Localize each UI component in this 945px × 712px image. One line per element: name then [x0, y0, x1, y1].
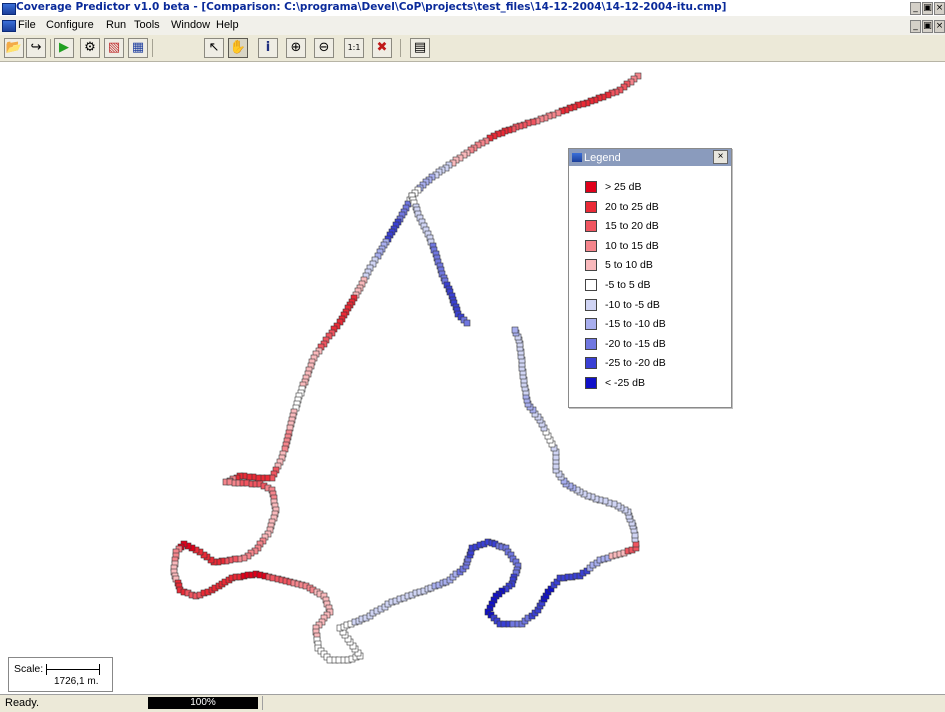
legend-label: 5 to 10 dB: [605, 259, 653, 272]
menu-bar: File Configure Run Tools Window Help _ ▣…: [0, 16, 945, 35]
maximize-button[interactable]: ▣: [922, 2, 933, 15]
scale-value: 1726,1 m.: [54, 676, 99, 687]
pointer-icon[interactable]: ↖: [204, 38, 224, 58]
window-title: Coverage Predictor v1.0 beta - [Comparis…: [16, 1, 727, 13]
legend-item: > 25 dB: [585, 180, 642, 194]
legend-swatch: [585, 279, 597, 291]
layer-icon[interactable]: ▧: [104, 38, 124, 58]
legend-swatch: [585, 337, 597, 350]
menu-tools[interactable]: Tools: [134, 19, 160, 31]
legend-label: -5 to 5 dB: [605, 279, 651, 291]
legend-swatch: [585, 239, 597, 252]
pan-hand-icon[interactable]: ✋: [228, 38, 248, 58]
toolbar-separator: [50, 39, 51, 57]
progress-bar: 100%: [148, 697, 258, 709]
zoom-out-icon[interactable]: ⊖: [314, 38, 334, 58]
legend-label: 20 to 25 dB: [605, 200, 659, 213]
open-icon[interactable]: 📂: [4, 38, 24, 58]
menu-window[interactable]: Window: [171, 19, 210, 31]
legend-swatch: [585, 318, 597, 331]
legend-item: -15 to -10 dB: [585, 317, 666, 331]
status-text: Ready.: [5, 697, 40, 709]
run-icon[interactable]: ▶: [54, 38, 74, 58]
legend-close-button[interactable]: ×: [713, 150, 728, 164]
scale-bar: [46, 664, 100, 675]
legend-item: -20 to -15 dB: [585, 337, 666, 351]
menu-help[interactable]: Help: [216, 19, 239, 31]
toolbar-separator: [152, 39, 153, 57]
legend-label: < -25 dB: [605, 377, 645, 389]
clear-icon[interactable]: ✖: [372, 38, 392, 58]
minimize-button[interactable]: _: [910, 2, 921, 15]
document-icon[interactable]: [2, 20, 16, 32]
legend-swatch: [585, 220, 597, 233]
legend-label: -10 to -5 dB: [605, 298, 660, 311]
legend-item: 15 to 20 dB: [585, 219, 659, 233]
status-separator: [262, 696, 263, 710]
toolbar: 📂 ↪ ▶ ⚙ ▧ ▦ ↖ ✋ i ⊕ ⊖ 1:1 ✖ ▤: [0, 35, 945, 62]
doc-restore-button[interactable]: ▣: [922, 20, 933, 33]
map-icon[interactable]: ▦: [128, 38, 148, 58]
legend-swatch: [585, 259, 597, 272]
legend-label: -20 to -15 dB: [605, 337, 666, 350]
legend-toggle-icon[interactable]: ▤: [410, 38, 430, 58]
doc-minimize-button[interactable]: _: [910, 20, 921, 33]
scale-label: Scale:: [14, 663, 44, 675]
title-bar: Coverage Predictor v1.0 beta - [Comparis…: [0, 0, 945, 16]
legend-label: > 25 dB: [605, 181, 642, 193]
legend-app-icon: [572, 153, 582, 162]
legend-label: 15 to 20 dB: [605, 220, 659, 233]
info-icon[interactable]: i: [258, 38, 278, 58]
legend-item: -25 to -20 dB: [585, 356, 666, 370]
zoom-1to1-icon[interactable]: 1:1: [344, 38, 364, 58]
configure-icon[interactable]: ⚙: [80, 38, 100, 58]
legend-item: -10 to -5 dB: [585, 298, 660, 312]
scale-box: Scale: 1726,1 m.: [8, 657, 113, 692]
window-controls: _ ▣ ×: [910, 2, 945, 15]
legend-label: -25 to -20 dB: [605, 357, 666, 370]
status-bar: Ready. 100%: [0, 694, 945, 712]
legend-title: Legend: [584, 151, 621, 164]
legend-item: -5 to 5 dB: [585, 278, 651, 292]
legend-swatch: [585, 357, 597, 370]
legend-title-bar[interactable]: Legend ×: [569, 149, 731, 166]
measurement-cell: [463, 319, 471, 327]
document-window-controls: _ ▣ ×: [910, 20, 945, 33]
legend-item: 20 to 25 dB: [585, 200, 659, 214]
menu-file[interactable]: File: [18, 19, 36, 31]
legend-item: 5 to 10 dB: [585, 258, 653, 272]
legend-item: < -25 dB: [585, 376, 645, 390]
menu-configure[interactable]: Configure: [46, 19, 94, 31]
legend-window[interactable]: Legend × > 25 dB 20 to 25 dB 15 to 20 dB 10…: [568, 148, 732, 408]
coverage-map[interactable]: [0, 62, 945, 694]
legend-swatch: [585, 181, 597, 193]
app-icon: [2, 3, 16, 15]
doc-close-button[interactable]: ×: [934, 20, 945, 33]
legend-swatch: [585, 377, 597, 389]
measurement-cell: [511, 326, 519, 334]
close-button[interactable]: ×: [934, 2, 945, 15]
legend-label: -15 to -10 dB: [605, 318, 666, 331]
menu-run[interactable]: Run: [106, 19, 126, 31]
legend-item: 10 to 15 dB: [585, 239, 659, 253]
legend-label: 10 to 15 dB: [605, 239, 659, 252]
zoom-in-icon[interactable]: ⊕: [286, 38, 306, 58]
toolbar-separator: [400, 39, 401, 57]
legend-swatch: [585, 298, 597, 311]
export-icon[interactable]: ↪: [26, 38, 46, 58]
legend-swatch: [585, 200, 597, 213]
